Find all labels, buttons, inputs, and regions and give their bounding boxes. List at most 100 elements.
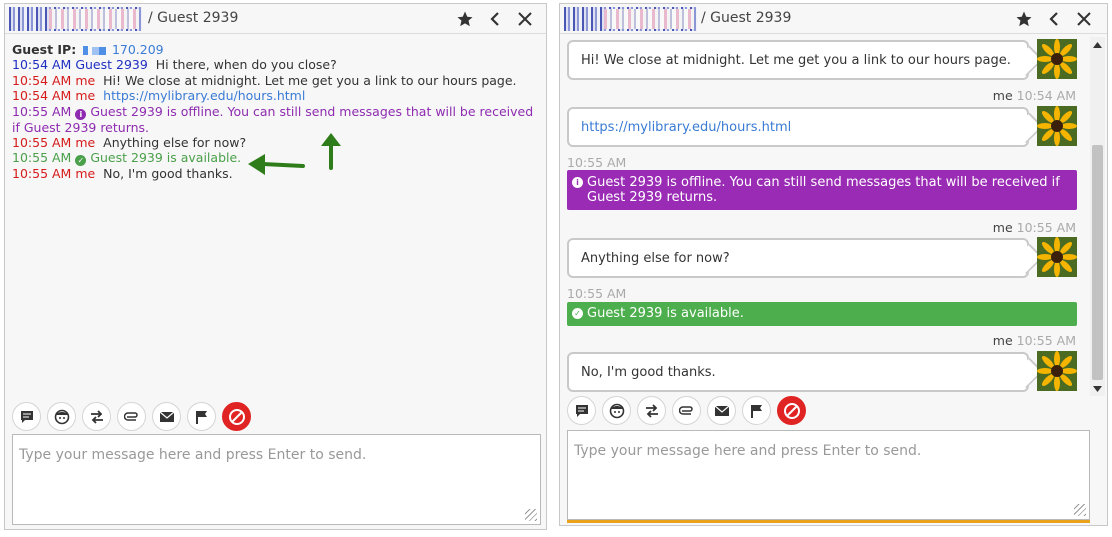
timestamp: 10:55 AM [1016, 333, 1076, 348]
info-icon: i [572, 177, 583, 188]
chevron-left-icon[interactable] [482, 8, 508, 30]
close-icon[interactable] [1071, 8, 1097, 30]
timestamp: 10:55 AM [12, 166, 72, 182]
timestamp: 10:54 AM [12, 72, 72, 88]
annotation-arrow-up-icon [321, 133, 341, 170]
smiley-icon[interactable] [47, 402, 76, 431]
message-bubble: https://mylibrary.edu/hours.html [567, 107, 1029, 147]
info-icon: i [75, 108, 87, 120]
redacted-avatar [9, 7, 142, 31]
offline-notice-text: Guest 2939 is offline. You can still sen… [587, 175, 1060, 205]
agent-avatar [1037, 351, 1077, 391]
sender-name: me [75, 72, 96, 88]
chat-toolbar [12, 402, 251, 431]
offline-text: Guest 2939 is offline. You can still sen… [12, 103, 534, 135]
timestamp: 10:55 AM [567, 286, 627, 301]
chat-window-classic: / Guest 2939 Guest IP: 170.209 10:54 AM … [4, 3, 547, 530]
message-composer[interactable] [567, 430, 1090, 520]
block-icon[interactable] [777, 396, 806, 425]
agent-avatar [1037, 106, 1077, 146]
message-meta: me 10:55 AM [993, 333, 1076, 348]
sender-name: me [992, 333, 1013, 348]
message-input[interactable] [19, 447, 534, 512]
sender-name: me [75, 166, 96, 182]
smiley-icon[interactable] [602, 396, 631, 425]
chat-window-bubbles: / Guest 2939 Hi! We close at midnight. L… [559, 3, 1108, 526]
guest-ip-value: 170.209 [111, 42, 164, 57]
timestamp: 10:55 AM [567, 155, 627, 170]
message-text: No, I'm good thanks. [581, 364, 716, 380]
transcript-line: 10:54 AM me https://mylibrary.edu/hours.… [12, 88, 538, 103]
agent-avatar [1037, 39, 1077, 79]
scroll-up-arrow-icon[interactable] [1090, 37, 1105, 52]
available-notice: ✓ Guest 2939 is available. [567, 302, 1077, 326]
title-bar: / Guest 2939 [5, 4, 546, 34]
available-text: Guest 2939 is available. [90, 150, 242, 166]
message-text: Anything else for now? [103, 135, 247, 151]
message-text: Hi there, when do you close? [155, 57, 337, 73]
chat-bubble-icon[interactable] [12, 402, 41, 431]
message-bubble: Anything else for now? [567, 238, 1029, 278]
flag-icon[interactable] [187, 402, 216, 431]
window-title: / Guest 2939 [701, 10, 792, 26]
message-text: Anything else for now? [581, 250, 730, 266]
timestamp: 10:55 AM [1016, 220, 1076, 235]
window-title: / Guest 2939 [148, 10, 239, 26]
redacted-avatar [564, 7, 697, 31]
message-text: Hi! We close at midnight. Let me get you… [103, 72, 517, 88]
timestamp: 10:54 AM [12, 57, 72, 73]
flag-icon[interactable] [742, 396, 771, 425]
message-input[interactable] [574, 443, 1083, 507]
star-icon[interactable] [452, 8, 478, 30]
ip-redaction [91, 47, 106, 55]
message-bubble: No, I'm good thanks. [567, 352, 1029, 392]
chat-toolbar [567, 396, 806, 425]
resize-grip-icon[interactable] [1074, 504, 1086, 516]
message-meta: me 10:55 AM [993, 220, 1076, 235]
chat-scrollbar[interactable] [1090, 37, 1105, 396]
offline-notice: i Guest 2939 is offline. You can still s… [567, 170, 1077, 210]
sender-name: Guest 2939 [75, 57, 148, 73]
chat-bubble-icon[interactable] [567, 396, 596, 425]
block-icon[interactable] [222, 402, 251, 431]
message-composer[interactable] [12, 434, 541, 525]
message-text: No, I'm good thanks. [103, 166, 233, 182]
envelope-icon[interactable] [707, 396, 736, 425]
guest-ip-line: Guest IP: 170.209 [12, 42, 538, 57]
message-text: Hi! We close at midnight. Let me get you… [581, 52, 1011, 68]
star-icon[interactable] [1011, 8, 1037, 30]
annotation-arrow-left-icon [248, 154, 305, 175]
sender-name: me [75, 135, 96, 151]
sender-name: me [75, 88, 96, 104]
check-circle-icon: ✓ [572, 308, 583, 319]
ip-redaction [82, 46, 88, 55]
hours-link[interactable]: https://mylibrary.edu/hours.html [581, 120, 791, 135]
timestamp: 10:54 AM [1016, 88, 1076, 103]
transcript-line: 10:54 AM me Hi! We close at midnight. Le… [12, 73, 538, 88]
scroll-down-arrow-icon[interactable] [1090, 381, 1105, 396]
sender-name: me [992, 88, 1013, 103]
transfer-icon[interactable] [637, 396, 666, 425]
title-bar: / Guest 2939 [560, 4, 1107, 34]
transcript-line: 10:55 AM me Anything else for now? [12, 135, 538, 150]
timestamp: 10:55 AM [12, 150, 72, 166]
transcript-line: 10:54 AM Guest 2939 Hi there, when do yo… [12, 57, 538, 72]
paperclip-icon[interactable] [117, 402, 146, 431]
message-bubble: Hi! We close at midnight. Let me get you… [567, 40, 1029, 80]
guest-ip-label: Guest IP: [12, 42, 77, 57]
composer-focus-line [567, 520, 1090, 523]
check-circle-icon: ✓ [75, 155, 87, 167]
chat-messages: Hi! We close at midnight. Let me get you… [565, 38, 1078, 394]
resize-grip-icon[interactable] [525, 509, 537, 521]
scrollbar-thumb[interactable] [1092, 145, 1103, 380]
timestamp: 10:55 AM [12, 135, 72, 151]
transfer-icon[interactable] [82, 402, 111, 431]
envelope-icon[interactable] [152, 402, 181, 431]
close-icon[interactable] [512, 8, 538, 30]
available-notice-text: Guest 2939 is available. [587, 306, 744, 321]
chevron-left-icon[interactable] [1041, 8, 1067, 30]
paperclip-icon[interactable] [672, 396, 701, 425]
transcript-line-offline: 10:55 AM i Guest 2939 is offline. You ca… [12, 104, 538, 135]
hours-link[interactable]: https://mylibrary.edu/hours.html [103, 88, 305, 103]
timestamp: 10:55 AM [12, 103, 72, 119]
